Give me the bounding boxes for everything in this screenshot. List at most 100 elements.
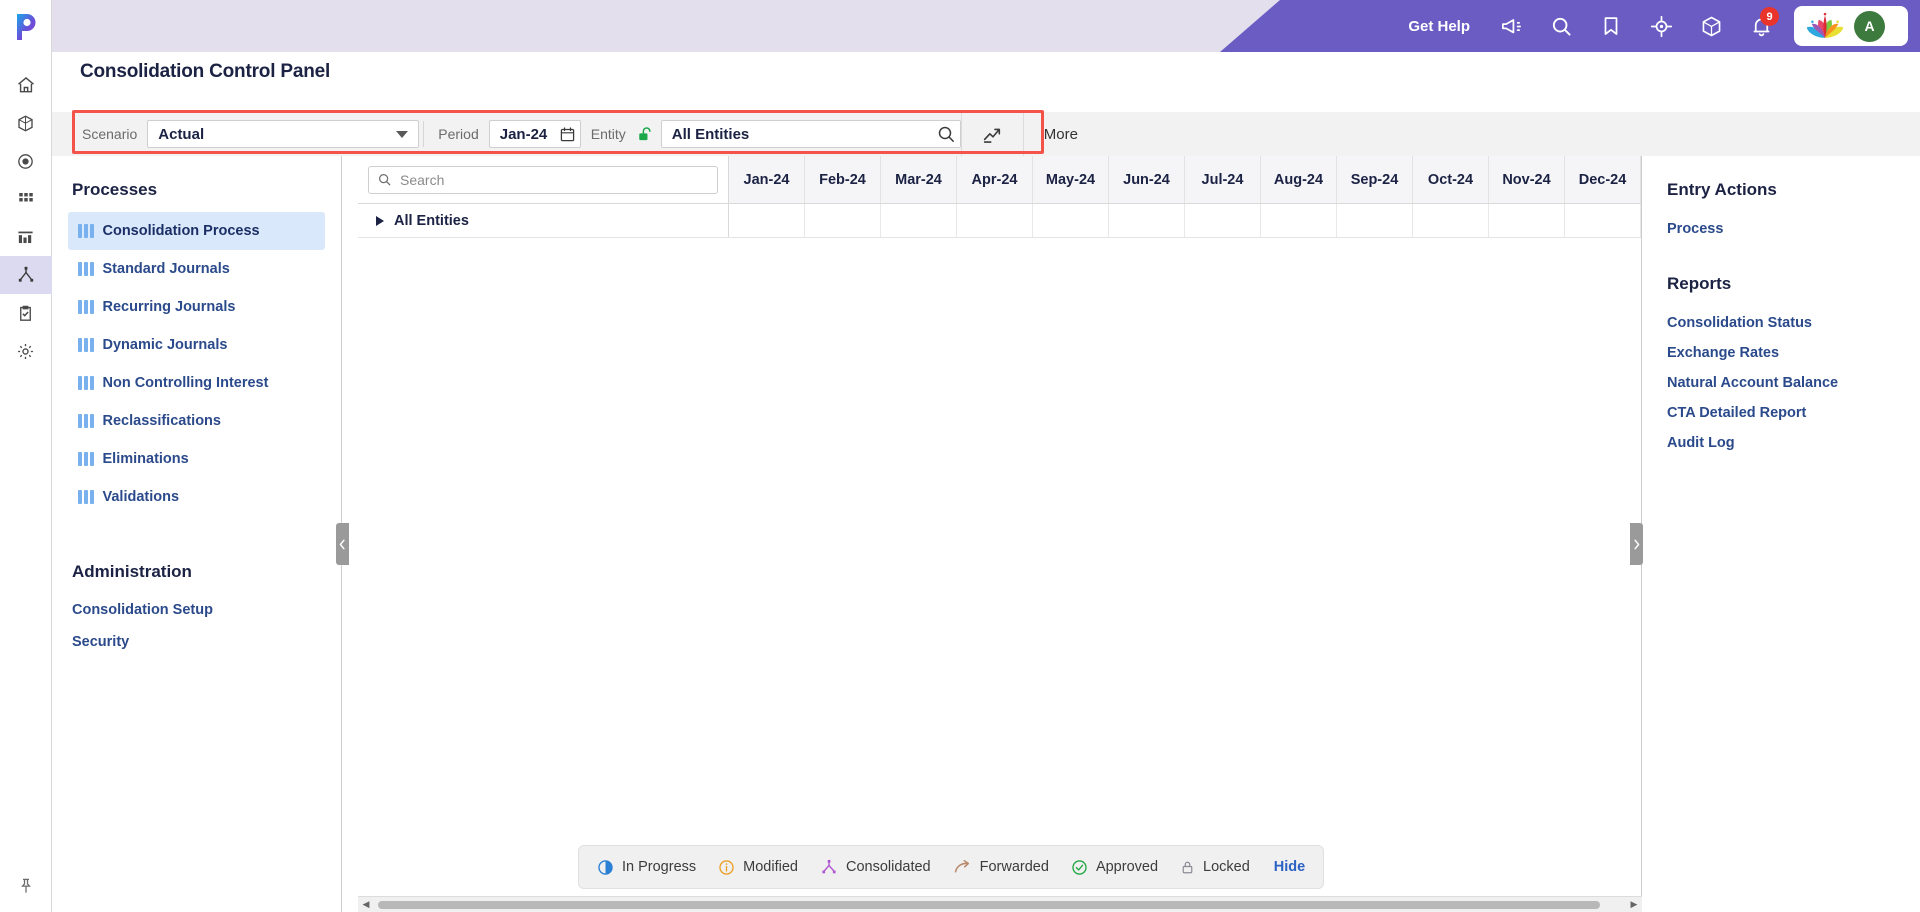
bookmark-icon[interactable] — [1586, 0, 1636, 52]
reports-heading: Reports — [1667, 274, 1732, 293]
period-input[interactable]: Jan-24 — [488, 120, 581, 148]
collapse-left-panel-handle[interactable] — [336, 523, 349, 565]
report-link[interactable]: Natural Account Balance — [1643, 368, 1920, 398]
grid-cell[interactable] — [729, 204, 805, 237]
grid-cell[interactable] — [1261, 204, 1337, 237]
legend-item: Locked — [1180, 859, 1250, 876]
report-link[interactable]: Exchange Rates — [1643, 338, 1920, 368]
administration-item[interactable]: Security — [52, 626, 341, 658]
month-column-header[interactable]: Nov-24 — [1489, 156, 1565, 203]
sidebar-item-grid[interactable] — [0, 180, 52, 218]
scroll-track[interactable] — [374, 897, 1626, 912]
grid-cell[interactable] — [1185, 204, 1261, 237]
sidebar-item-tasks[interactable] — [0, 294, 52, 332]
notification-bell-icon[interactable]: 9 — [1736, 0, 1786, 52]
administration-item[interactable]: Consolidation Setup — [52, 594, 341, 626]
process-item[interactable]: Standard Journals — [68, 250, 325, 288]
p-logo-icon[interactable] — [0, 0, 52, 52]
month-column-header[interactable]: Apr-24 — [957, 156, 1033, 203]
more-button[interactable]: More — [1024, 112, 1098, 156]
month-column-header[interactable]: Jan-24 — [729, 156, 805, 203]
company-logo-icon — [1804, 12, 1846, 40]
month-column-header[interactable]: Jun-24 — [1109, 156, 1185, 203]
grid-cell[interactable] — [1413, 204, 1489, 237]
month-column-header[interactable]: Sep-24 — [1337, 156, 1413, 203]
filter-divider — [423, 121, 425, 147]
month-column-header[interactable]: Feb-24 — [805, 156, 881, 203]
report-link[interactable]: Audit Log — [1643, 428, 1920, 458]
legend-item-label: Approved — [1095, 859, 1159, 875]
legend-item: Forwarded — [953, 858, 1049, 877]
report-link[interactable]: CTA Detailed Report — [1643, 398, 1920, 428]
unlock-icon[interactable] — [636, 125, 653, 144]
get-help-button[interactable]: Get Help — [1392, 18, 1486, 35]
process-item[interactable]: Dynamic Journals — [68, 326, 325, 364]
legend-item: In Progress — [597, 859, 696, 876]
scenario-select[interactable]: Actual — [147, 120, 420, 148]
month-column-header[interactable]: Aug-24 — [1261, 156, 1337, 203]
grid-cell[interactable] — [1565, 204, 1641, 237]
scroll-thumb[interactable] — [378, 900, 1600, 909]
search-input-wrapper[interactable] — [368, 165, 718, 194]
trend-chart-button[interactable] — [962, 112, 1023, 156]
target-icon[interactable] — [1636, 0, 1686, 52]
entity-input[interactable]: All Entities — [660, 120, 961, 148]
month-column-header[interactable]: Oct-24 — [1413, 156, 1489, 203]
table-row[interactable]: All Entities — [358, 204, 1641, 238]
hierarchy-icon — [820, 858, 838, 876]
grid-cell[interactable] — [957, 204, 1033, 237]
sidebar-item-reports[interactable] — [0, 218, 52, 256]
grid-cell[interactable] — [805, 204, 881, 237]
month-column-header[interactable]: Jul-24 — [1185, 156, 1261, 203]
chevron-down-icon[interactable] — [396, 130, 409, 138]
entry-action-link[interactable]: Process — [1643, 214, 1920, 244]
entry-actions-list: Process — [1643, 214, 1920, 244]
user-account-pill[interactable]: A — [1794, 6, 1908, 46]
legend-item-label: Locked — [1203, 859, 1250, 875]
entity-search-icon[interactable] — [936, 124, 956, 144]
sidebar-item-home[interactable] — [0, 66, 52, 104]
cube-icon[interactable] — [1686, 0, 1736, 52]
legend-hide-button[interactable]: Hide — [1272, 859, 1305, 875]
header-action-area: Get Help 9 A — [1220, 0, 1920, 52]
collapse-right-panel-handle[interactable] — [1630, 523, 1643, 565]
forward-arrow-icon — [953, 858, 972, 877]
process-item[interactable]: Validations — [68, 478, 325, 516]
notification-badge: 9 — [1760, 7, 1779, 26]
process-item[interactable]: Reclassifications — [68, 402, 325, 440]
process-item[interactable]: Non Controlling Interest — [68, 364, 325, 402]
grid-cell[interactable] — [1033, 204, 1109, 237]
period-filter: Period Jan-24 — [428, 112, 581, 156]
grid-cell[interactable] — [1489, 204, 1565, 237]
search-icon[interactable] — [1536, 0, 1586, 52]
avatar[interactable]: A — [1854, 10, 1885, 42]
process-item[interactable]: Recurring Journals — [68, 288, 325, 326]
process-bars-icon — [78, 452, 94, 466]
sidebar-item-settings[interactable] — [0, 332, 52, 370]
announcement-icon[interactable] — [1486, 0, 1536, 52]
month-column-header[interactable]: Mar-24 — [881, 156, 957, 203]
sidebar-item-consolidation[interactable] — [0, 256, 52, 294]
report-link[interactable]: Consolidation Status — [1643, 308, 1920, 338]
process-bars-icon — [78, 224, 94, 238]
filter-bar: Scenario Actual Period Jan-24 Entity All… — [52, 112, 1920, 156]
sidebar-item-cube[interactable] — [0, 104, 52, 142]
grid-horizontal-scrollbar[interactable]: ◀ ▶ — [358, 896, 1642, 912]
expand-triangle-icon[interactable] — [376, 215, 384, 226]
scroll-right-arrow[interactable]: ▶ — [1626, 897, 1642, 912]
process-item[interactable]: Consolidation Process — [68, 212, 325, 250]
month-column-header[interactable]: Dec-24 — [1565, 156, 1641, 203]
search-input[interactable] — [400, 171, 709, 188]
grid-cell[interactable] — [1109, 204, 1185, 237]
grid-cell[interactable] — [881, 204, 957, 237]
sidebar-item-record[interactable] — [0, 142, 52, 180]
scroll-left-arrow[interactable]: ◀ — [358, 897, 374, 912]
pin-icon[interactable] — [0, 860, 52, 912]
row-label-cell[interactable]: All Entities — [358, 204, 729, 237]
processes-panel: Processes Consolidation Process Standard … — [52, 156, 342, 912]
process-item[interactable]: Eliminations — [68, 440, 325, 478]
calendar-icon[interactable] — [559, 126, 576, 143]
month-column-header[interactable]: May-24 — [1033, 156, 1109, 203]
grid-cell[interactable] — [1337, 204, 1413, 237]
month-column-headers: Jan-24 Feb-24 Mar-24 Apr-24 May-24 Jun-24 Jul-… — [729, 156, 1641, 203]
